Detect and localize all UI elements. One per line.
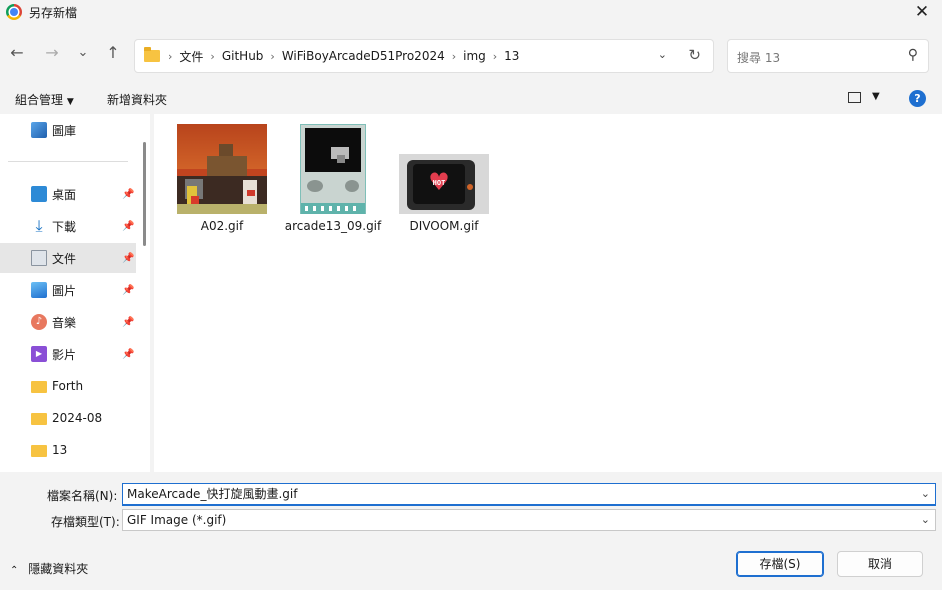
- pin-icon[interactable]: 📌: [122, 189, 134, 200]
- chevron-up-icon: ⌃: [10, 565, 19, 576]
- desktop-icon: [31, 186, 47, 202]
- filetype-label: 存檔類型(T):: [51, 515, 120, 529]
- back-arrow-icon[interactable]: ←: [6, 42, 28, 64]
- hide-folders-button[interactable]: ⌃ 隱藏資料夾: [10, 560, 88, 577]
- sidebar-item-desktop[interactable]: 桌面 📌: [0, 179, 136, 209]
- search-icon[interactable]: ⚲: [908, 47, 918, 63]
- sidebar-item-13[interactable]: 13: [0, 435, 136, 465]
- command-bar: 組合管理 ▼ 新增資料夾 ▼ ?: [0, 84, 942, 114]
- breadcrumb-item[interactable]: 13: [504, 49, 519, 63]
- organize-menu[interactable]: 組合管理 ▼: [15, 91, 74, 108]
- new-folder-button[interactable]: 新增資料夾: [107, 91, 167, 108]
- save-button[interactable]: 存檔(S): [736, 551, 824, 577]
- pin-icon[interactable]: 📌: [122, 349, 134, 360]
- search-input[interactable]: 搜尋 13: [737, 49, 780, 66]
- refresh-icon[interactable]: ↻: [688, 46, 701, 64]
- sidebar-item-gallery[interactable]: 圖庫: [0, 115, 136, 145]
- music-icon: ♪: [31, 314, 47, 330]
- breadcrumb-item[interactable]: GitHub: [222, 49, 264, 63]
- file-item[interactable]: arcade13_09.gif: [279, 122, 387, 233]
- pin-icon[interactable]: 📌: [122, 253, 134, 264]
- sidebar-item-documents[interactable]: 文件 📌: [0, 243, 136, 273]
- filename-input[interactable]: MakeArcade_快打旋風動畫.gif ⌄: [122, 483, 936, 506]
- file-name: A02.gif: [200, 219, 244, 233]
- sidebar-item-pictures[interactable]: 圖片 📌: [0, 275, 136, 305]
- cancel-button[interactable]: 取消: [837, 551, 923, 577]
- view-mode-icon[interactable]: [848, 92, 861, 103]
- navigation-pane: 圖庫 桌面 📌 ⤓ 下載 📌 文件 📌 圖片 📌 ♪ 音樂 📌 ▶ 影片 📌 F…: [0, 114, 150, 472]
- file-item[interactable]: A02.gif: [168, 122, 276, 233]
- folder-icon: [31, 381, 47, 393]
- file-thumbnail: [300, 124, 366, 214]
- folder-icon: [144, 47, 160, 62]
- file-thumbnail: [177, 124, 267, 214]
- chevron-down-icon[interactable]: ⌄: [921, 484, 930, 504]
- file-name: arcade13_09.gif: [284, 219, 382, 233]
- view-options-chevron-icon[interactable]: ▼: [872, 91, 880, 102]
- window-title: 另存新檔: [29, 5, 78, 20]
- folder-icon: [31, 445, 47, 457]
- search-box[interactable]: 搜尋 13 ⚲: [727, 39, 929, 73]
- sidebar-item-downloads[interactable]: ⤓ 下載 📌: [0, 211, 136, 241]
- pin-icon[interactable]: 📌: [122, 221, 134, 232]
- breadcrumb-item[interactable]: 文件: [179, 48, 203, 65]
- chrome-icon: [6, 4, 22, 20]
- videos-icon: ▶: [31, 346, 47, 362]
- file-item[interactable]: ♥ HOT DIVOOM.gif: [390, 122, 498, 233]
- address-bar[interactable]: › 文件 › GitHub › WiFiBoyArcadeD51Pro2024 …: [134, 39, 714, 73]
- sidebar-item-music[interactable]: ♪ 音樂 📌: [0, 307, 136, 337]
- documents-icon: [31, 250, 47, 266]
- navigation-bar: ← → ⌄ ↑ › 文件 › GitHub › WiFiBoyArcadeD51…: [0, 36, 942, 76]
- sidebar-item-videos[interactable]: ▶ 影片 📌: [0, 339, 136, 369]
- file-name: DIVOOM.gif: [409, 219, 479, 233]
- help-icon[interactable]: ?: [909, 90, 926, 107]
- chevron-down-icon: ▼: [66, 97, 74, 107]
- pictures-icon: [31, 282, 47, 298]
- file-list: A02.gif arcade13_09.gif ♥ HOT DIVOOM.gif: [154, 114, 942, 472]
- pin-icon[interactable]: 📌: [122, 317, 134, 328]
- scrollbar-thumb[interactable]: [143, 142, 146, 246]
- up-arrow-icon[interactable]: ↑: [102, 42, 124, 64]
- chevron-down-icon[interactable]: ⌄: [921, 510, 930, 530]
- filename-label: 檔案名稱(N):: [47, 489, 118, 503]
- file-thumbnail: ♥ HOT: [399, 154, 489, 214]
- close-icon[interactable]: ✕: [912, 2, 932, 22]
- recent-locations-chevron-icon[interactable]: ⌄: [72, 42, 94, 64]
- save-panel: 檔案名稱(N): MakeArcade_快打旋風動畫.gif ⌄ 存檔類型(T)…: [0, 472, 942, 590]
- divider: [8, 161, 128, 162]
- gallery-icon: [31, 122, 47, 138]
- sidebar-item-forth[interactable]: Forth: [0, 371, 136, 401]
- download-icon: ⤓: [35, 216, 43, 235]
- forward-arrow-icon[interactable]: →: [41, 42, 63, 64]
- address-dropdown-chevron-icon[interactable]: ⌄: [658, 48, 667, 61]
- folder-icon: [31, 413, 47, 425]
- breadcrumb-item[interactable]: img: [463, 49, 486, 63]
- sidebar-item-2024-08[interactable]: 2024-08: [0, 403, 136, 433]
- filetype-select[interactable]: GIF Image (*.gif) ⌄: [122, 509, 936, 531]
- breadcrumb-item[interactable]: WiFiBoyArcadeD51Pro2024: [282, 49, 445, 63]
- pin-icon[interactable]: 📌: [122, 285, 134, 296]
- hot-label: HOT: [432, 179, 446, 187]
- title-bar: 另存新檔 ✕: [0, 0, 942, 24]
